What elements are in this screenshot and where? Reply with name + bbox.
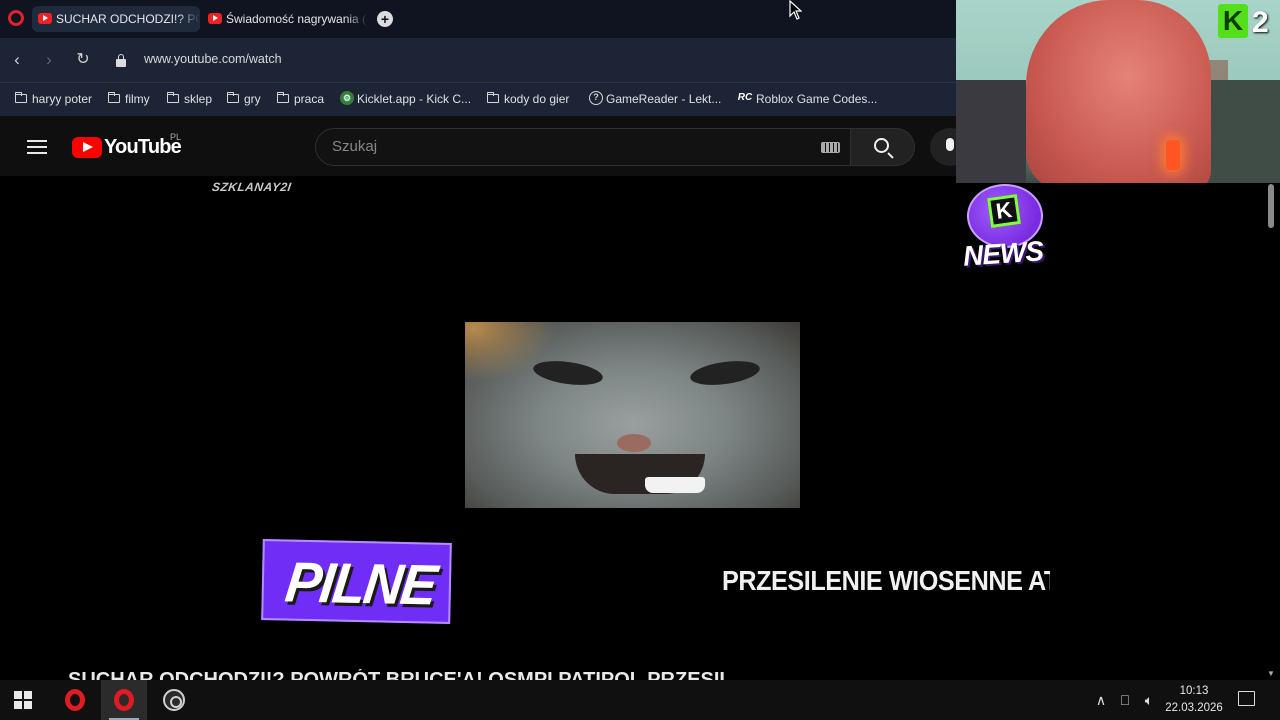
network-icon[interactable]: ⎕: [1115, 680, 1135, 720]
taskbar-opera-gx[interactable]: [101, 680, 147, 720]
search-input[interactable]: [332, 138, 802, 155]
youtube-favicon-icon: [208, 13, 222, 24]
news-ticker: PRZESILENIE WIOSENNE ATAKUJE: [722, 565, 1050, 601]
scroll-thumb[interactable]: [1268, 184, 1274, 228]
keyboard-icon[interactable]: [821, 142, 840, 153]
windows-start-icon[interactable]: [14, 691, 32, 709]
smiling-cat-image: [465, 322, 800, 508]
hamburger-menu-icon[interactable]: [27, 140, 47, 154]
bookmark-filmy[interactable]: filmy: [107, 91, 150, 106]
bookmark-praca[interactable]: praca: [276, 91, 324, 106]
url-field[interactable]: www.youtube.com/watch: [144, 52, 282, 66]
opera-icon: [114, 689, 134, 711]
bookmarks-bar: haryy poter filmy sklep gry praca ⚙ Kickl…: [0, 82, 956, 116]
webcam-overlay: K 2: [956, 0, 1280, 183]
badge-number: 2: [1252, 6, 1269, 39]
folder-icon: [14, 91, 27, 103]
bookmark-roblox-codes[interactable]: RC Roblox Game Codes...: [737, 92, 878, 106]
address-bar: ‹ › ↻ www.youtube.com/watch: [0, 38, 956, 82]
volume-icon[interactable]: 🔈︎: [1139, 680, 1159, 720]
region-code: PL: [170, 132, 182, 142]
microphone-icon: [946, 138, 954, 151]
page-scrollbar[interactable]: ▲ ▼: [1265, 176, 1280, 680]
rc-icon: RC: [737, 92, 753, 103]
bookmark-kicklet[interactable]: ⚙ Kicklet.app - Kick C...: [340, 91, 471, 106]
gamereader-icon: ?: [589, 91, 603, 105]
channel-news-logo: K NEWS: [961, 184, 1047, 276]
folder-icon: [107, 91, 120, 103]
watermark: SZKLANAY2I: [211, 180, 293, 194]
obs-icon: [163, 689, 185, 711]
tab-bar: SUCHAR ODCHODZI!? POWRÓT Świadomość nagr…: [0, 0, 956, 38]
search-icon: [874, 138, 889, 153]
forward-button[interactable]: ›: [39, 50, 59, 70]
taskbar-opera[interactable]: [52, 680, 98, 720]
notification-icon[interactable]: [1238, 691, 1255, 706]
video-player[interactable]: SZKLANAY2I K NEWS PILNE PRZESILENIE WIOS…: [0, 176, 1265, 680]
windows-taskbar: ∧ ⎕ 🔈︎ 10:13 22.03.2026: [0, 680, 1280, 720]
scroll-down-icon[interactable]: ▼: [1267, 669, 1275, 678]
kicklet-icon: ⚙: [340, 91, 354, 105]
chevron-up-icon[interactable]: ∧: [1092, 680, 1110, 720]
k-logo-icon: K: [987, 194, 1021, 228]
opera-menu-icon[interactable]: [8, 10, 24, 26]
system-clock[interactable]: 10:13 22.03.2026: [1160, 683, 1228, 717]
folder-icon: [166, 91, 179, 103]
reload-button[interactable]: ↻: [73, 50, 93, 70]
video-title: SUCHAR ODCHODZI!? POWRÓT BRUCE'A! OSMPI …: [68, 669, 728, 680]
bookmark-sklep[interactable]: sklep: [166, 91, 212, 106]
search-button[interactable]: [851, 128, 915, 166]
pilne-banner: PILNE: [261, 539, 452, 624]
bookmark-gamereader[interactable]: ? GameReader - Lekt...: [589, 91, 721, 106]
bookmark-kody-do-gier[interactable]: kody do gier: [486, 91, 569, 106]
tab-active[interactable]: SUCHAR ODCHODZI!? POWRÓT: [32, 6, 200, 32]
youtube-favicon-icon: [38, 13, 52, 24]
bookmark-gry[interactable]: gry: [226, 91, 261, 106]
folder-icon: [486, 91, 499, 103]
ticker-text: PRZESILENIE WIOSENNE ATAKUJE: [722, 565, 1050, 596]
lamp-icon: [1166, 140, 1180, 170]
kick-badge: K 2: [1218, 4, 1276, 40]
mouse-cursor-icon: [789, 0, 803, 25]
new-tab-button[interactable]: +: [377, 11, 393, 27]
tab-inactive[interactable]: Świadomość nagrywania (: [202, 6, 368, 32]
lock-icon[interactable]: [116, 54, 126, 67]
bookmark-haryy-poter[interactable]: haryy poter: [14, 91, 92, 106]
kick-logo-icon: K: [1218, 4, 1248, 38]
person-under-blanket: [1026, 0, 1211, 183]
clock-time: 10:13: [1179, 685, 1209, 697]
back-button[interactable]: ‹: [7, 50, 27, 70]
search-box: [315, 128, 851, 166]
taskbar-obs[interactable]: [150, 680, 196, 720]
news-label: NEWS: [961, 235, 1044, 272]
pilne-label: PILNE: [282, 551, 439, 618]
folder-icon: [276, 91, 289, 103]
clock-date: 22.03.2026: [1165, 702, 1223, 714]
youtube-logo-icon[interactable]: [72, 137, 102, 158]
opera-icon: [65, 689, 85, 711]
folder-icon: [226, 91, 239, 103]
